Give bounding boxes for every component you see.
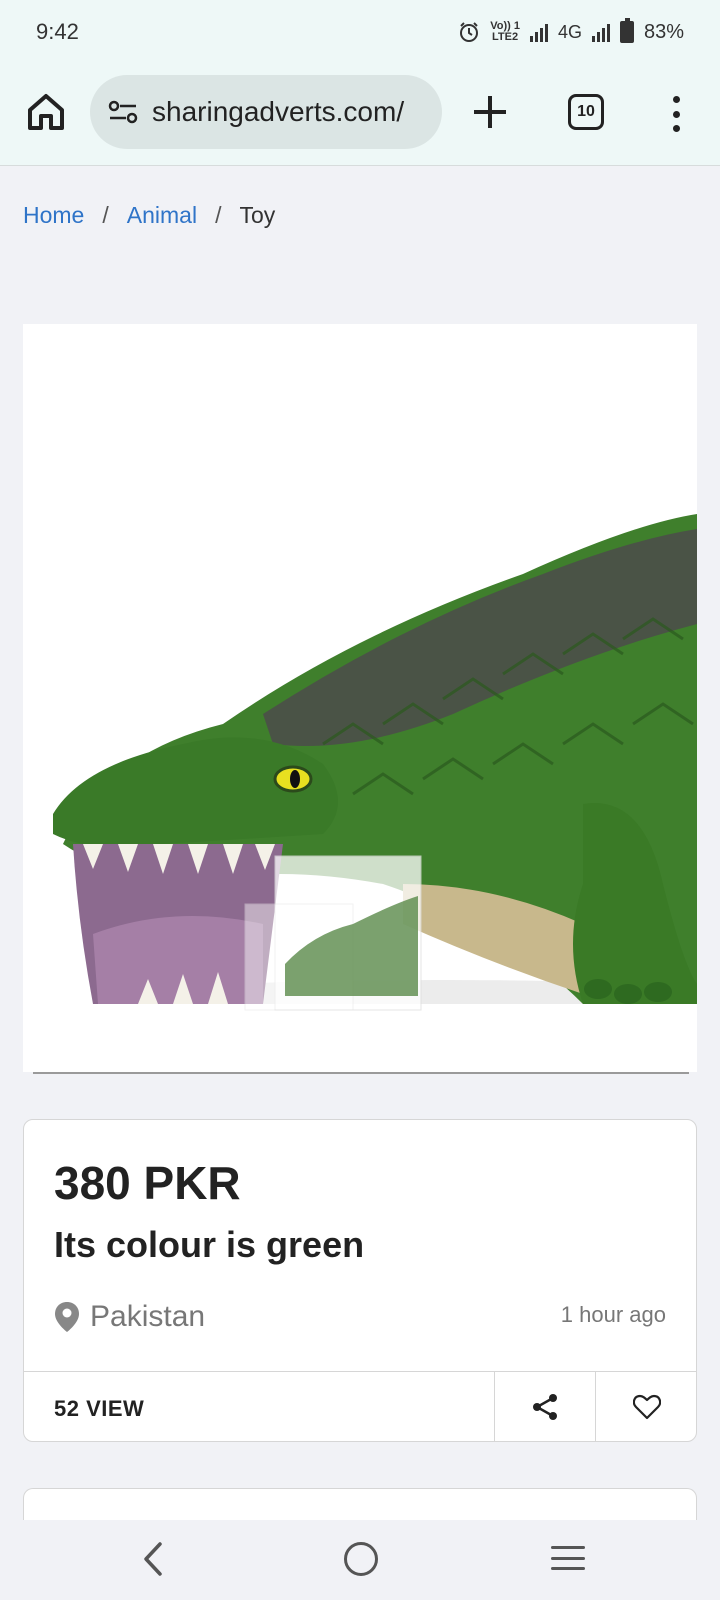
view-count: 52 VIEW [54, 1396, 145, 1421]
share-button[interactable] [494, 1372, 595, 1442]
signal-icon [529, 22, 548, 42]
address-bar[interactable]: sharingadverts.com/ [90, 75, 442, 149]
status-bar: 9:42 Vo)) 1 LTE2 4G 83% [0, 0, 720, 64]
breadcrumb-home[interactable]: Home [23, 202, 84, 229]
listing-price: 380 PKR [54, 1157, 241, 1209]
back-icon[interactable] [138, 1540, 168, 1578]
battery-icon [619, 18, 634, 43]
breadcrumb-separator: / [215, 202, 222, 228]
image-divider [33, 1072, 689, 1074]
home-nav-icon[interactable] [344, 1542, 378, 1576]
listing-location: Pakistan [54, 1300, 205, 1334]
alarm-icon [460, 22, 479, 42]
tab-switcher-button[interactable]: 10 [568, 94, 604, 130]
product-image[interactable] [23, 324, 697, 1072]
battery-level: 83% [643, 20, 684, 43]
breadcrumb: Home / Animal / Toy [23, 202, 275, 229]
home-icon[interactable] [24, 90, 68, 134]
new-tab-icon[interactable] [470, 92, 510, 132]
listing-title: Its colour is green [54, 1224, 365, 1265]
location-text: Pakistan [90, 1300, 206, 1333]
browser-toolbar: sharingadverts.com/ 10 [0, 64, 720, 166]
volte-indicator: Vo)) 1 LTE2 [490, 20, 520, 43]
site-settings-icon[interactable] [108, 99, 138, 125]
breadcrumb-category[interactable]: Animal [127, 202, 197, 229]
status-icons: Vo)) 1 LTE2 4G 83% [458, 18, 684, 44]
crocodile-image [23, 324, 697, 1072]
share-icon [533, 1394, 557, 1420]
location-pin-icon [55, 1302, 79, 1332]
heart-icon [632, 1394, 661, 1420]
recents-icon[interactable] [551, 1546, 585, 1570]
tab-count: 10 [577, 103, 595, 120]
signal-icon-2 [591, 22, 610, 42]
system-nav-bar [0, 1520, 720, 1600]
more-menu-icon[interactable] [666, 94, 686, 134]
breadcrumb-current: Toy [239, 202, 276, 228]
listing-card: 380 PKR Its colour is green Pakistan 1 h… [23, 1119, 697, 1442]
network-type: 4G [557, 21, 582, 42]
posted-time: 1 hour ago [560, 1302, 666, 1327]
url-text: sharingadverts.com/ [152, 96, 405, 127]
status-time: 9:42 [36, 19, 79, 44]
breadcrumb-separator: / [102, 202, 109, 228]
favorite-button[interactable] [595, 1372, 697, 1442]
